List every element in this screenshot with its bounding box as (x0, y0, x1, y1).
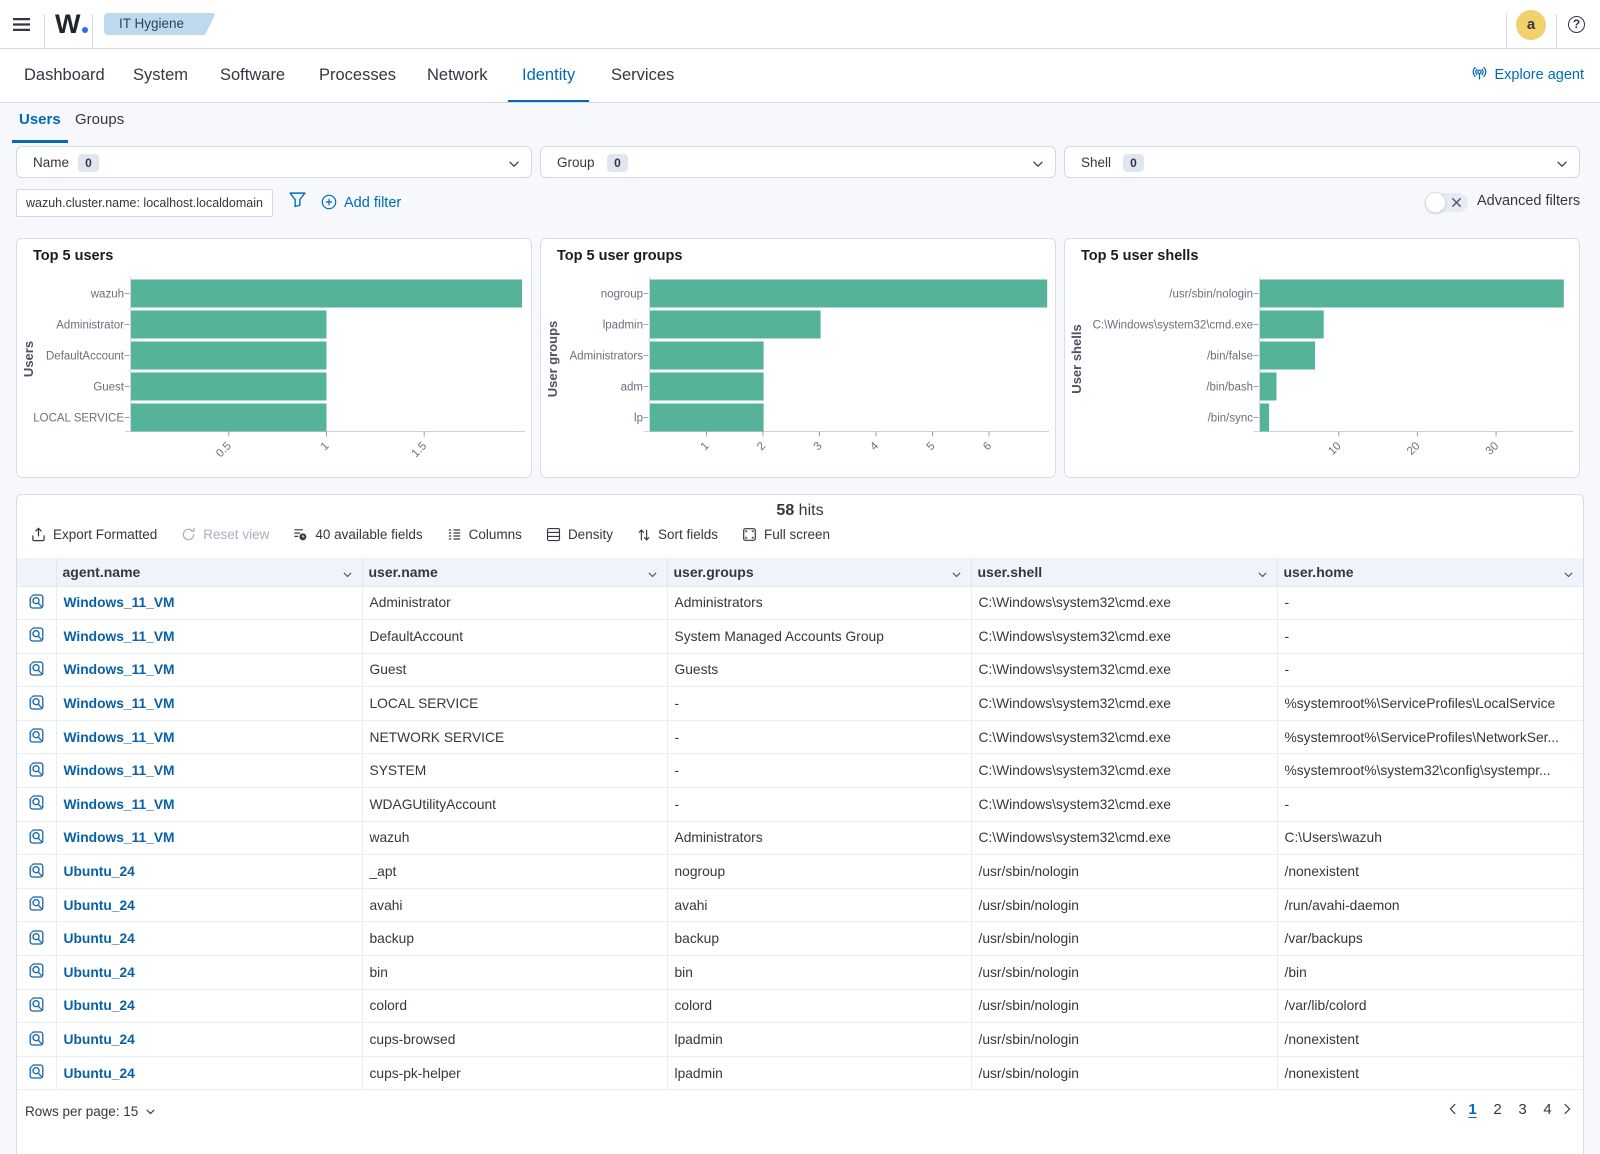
svg-text:DefaultAccount: DefaultAccount (46, 351, 125, 363)
svg-text:/usr/sbin/nologin: /usr/sbin/nologin (1169, 289, 1253, 301)
svg-text:20: 20 (1405, 440, 1423, 458)
svg-text:User groups: User groups (545, 321, 560, 398)
svg-text:lp: lp (634, 413, 643, 425)
svg-text:/bin/sync: /bin/sync (1208, 413, 1254, 425)
svg-text:/bin/false: /bin/false (1207, 351, 1253, 363)
svg-text:adm: adm (621, 382, 643, 394)
svg-text:1.5: 1.5 (410, 440, 430, 460)
svg-text:LOCAL SERVICE: LOCAL SERVICE (33, 413, 124, 425)
svg-text:lpadmin: lpadmin (603, 320, 643, 332)
svg-text:5: 5 (925, 440, 938, 453)
svg-text:Administrator: Administrator (56, 320, 124, 332)
svg-text:C:\Windows\system32\cmd.exe: C:\Windows\system32\cmd.exe (1093, 320, 1253, 332)
svg-text:6: 6 (981, 440, 994, 453)
svg-text:1: 1 (319, 440, 332, 453)
svg-text:Guest: Guest (93, 382, 124, 394)
svg-text:30: 30 (1484, 440, 1502, 458)
svg-text:2: 2 (755, 440, 768, 453)
svg-text:Users: Users (21, 341, 36, 377)
svg-text:nogroup: nogroup (601, 289, 643, 301)
svg-text:User shells: User shells (1069, 324, 1084, 393)
svg-text:/bin/bash: /bin/bash (1206, 382, 1253, 394)
svg-text:0.5: 0.5 (214, 440, 234, 460)
svg-text:1: 1 (699, 440, 712, 453)
svg-text:10: 10 (1326, 440, 1344, 458)
svg-text:Administrators: Administrators (570, 351, 644, 363)
svg-text:wazuh: wazuh (90, 289, 124, 301)
svg-text:4: 4 (868, 440, 881, 453)
svg-text:3: 3 (812, 440, 825, 453)
